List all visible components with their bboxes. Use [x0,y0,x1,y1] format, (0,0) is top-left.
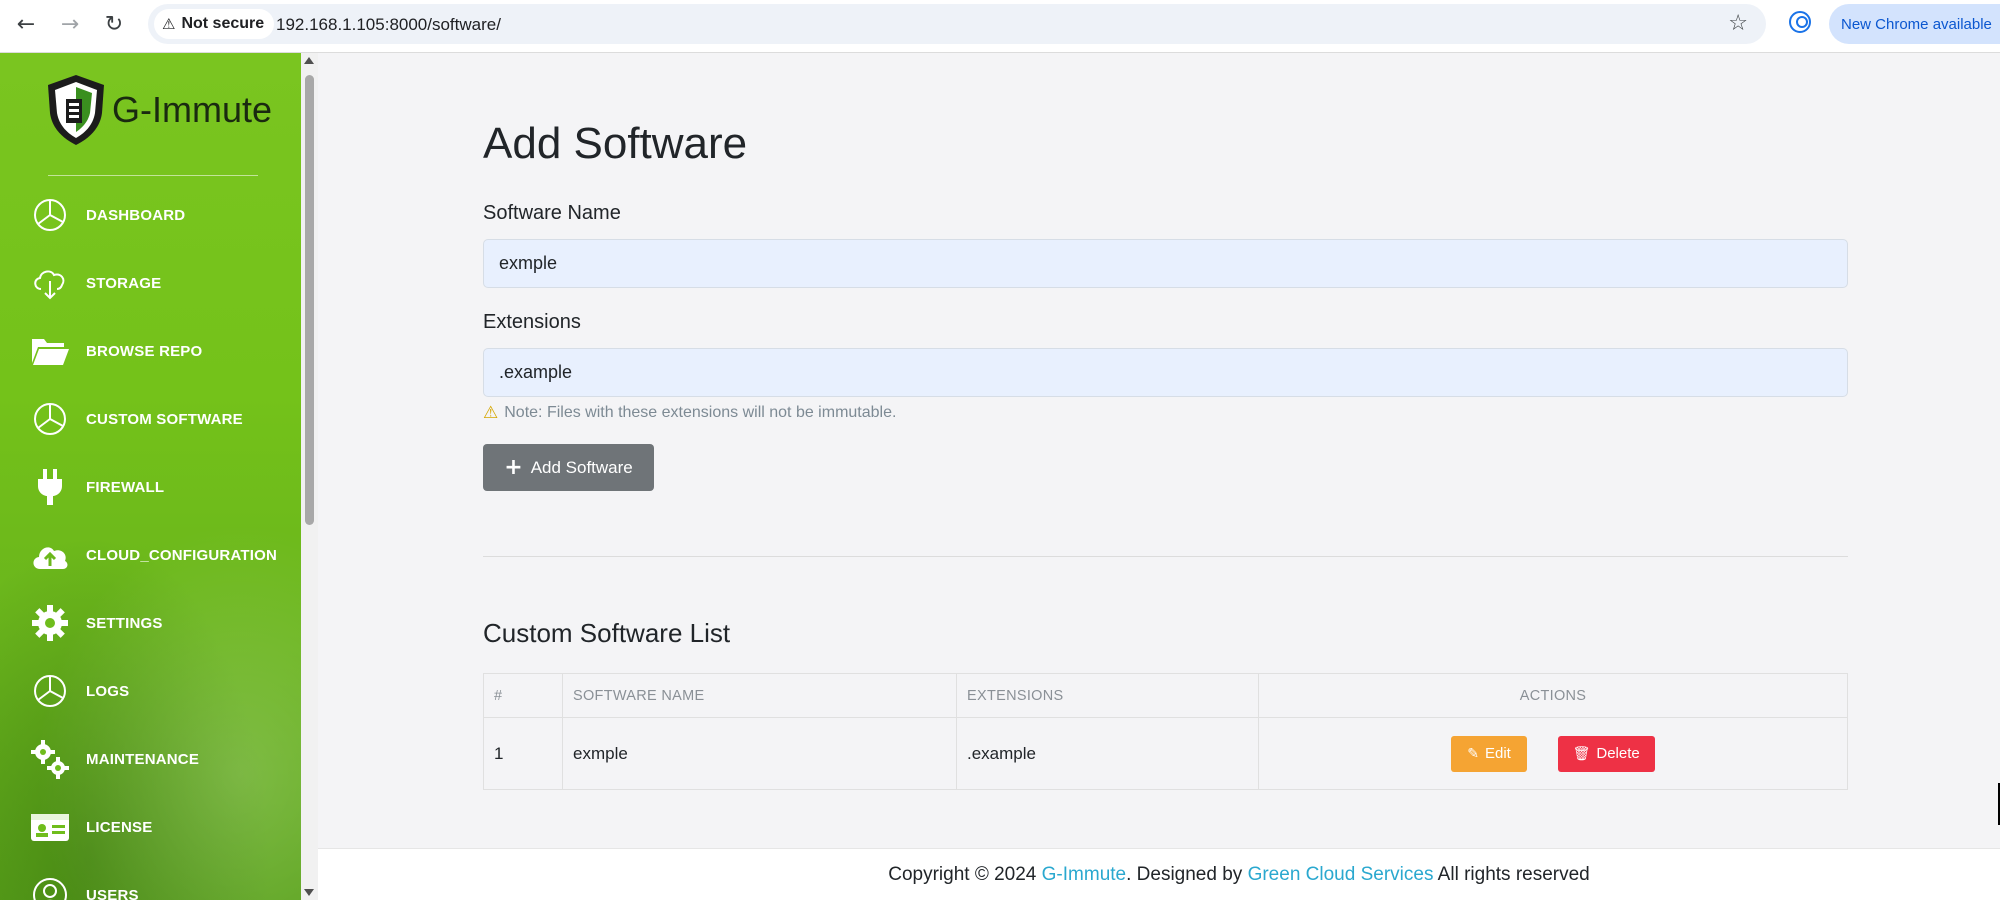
sidebar-item-logs[interactable]: LOGS [0,657,301,725]
plug-icon [30,467,70,507]
sidebar-item-label: BROWSE REPO [86,342,203,360]
sidebar-item-license[interactable]: LICENSE [0,793,301,861]
sidebar-item-label: SETTINGS [86,614,163,632]
address-bar[interactable]: ⚠ Not secure 192.168.1.105:8000/software… [148,4,1766,44]
sidebar-item-browse-repo[interactable]: BROWSE REPO [0,317,301,385]
shield-logo-icon [44,73,108,147]
pie-chart-icon [30,399,70,439]
row-software-name: exmple [562,717,957,790]
page-title: Add Software [483,119,748,168]
scroll-thumb[interactable] [305,75,314,525]
back-icon[interactable]: ← [12,10,40,38]
footer: Copyright © 2024 G-Immute . Designed by … [318,848,2000,900]
warning-icon: ⚠ [483,403,499,423]
delete-button[interactable]: 🗑 Delete [1557,735,1655,772]
software-name-input[interactable] [483,239,1848,288]
column-header-actions: ACTIONS [1258,673,1848,718]
browser-toolbar: ← → ↻ ⚠ Not secure 192.168.1.105:8000/so… [0,0,2000,53]
cloud-download-icon [30,263,70,303]
software-table: # SOFTWARE NAME EXTENSIONS ACTIONS 1 exm… [483,673,1848,790]
column-header-index: # [483,673,563,718]
sidebar-item-label: MAINTENANCE [86,750,200,768]
gears-icon [30,739,70,779]
add-software-button[interactable]: + Add Software [483,444,654,491]
edit-label: Edit [1485,745,1511,762]
logo-text: G-Immute [112,89,273,130]
cloud-upload-icon [30,535,70,575]
scroll-down-arrow-icon[interactable] [304,889,314,896]
row-actions: ✎ Edit 🗑 Delete [1258,717,1848,790]
sidebar-item-label: CUSTOM SOFTWARE [86,410,243,428]
logo[interactable]: G-Immute [44,73,272,147]
update-chrome-button[interactable]: New Chrome available [1829,4,2000,44]
pie-chart-icon [30,195,70,235]
footer-suffix: All rights reserved [1433,863,1590,885]
sidebar: G-Immute DASHBOARD STORAGE BROWSE REPO C… [0,53,301,900]
trash-icon: 🗑 [1572,745,1591,762]
plus-icon: + [504,454,523,480]
id-card-icon [30,807,70,847]
footer-middle: . Designed by [1126,863,1248,885]
sidebar-item-label: FIREWALL [86,478,165,496]
software-name-label: Software Name [483,202,621,224]
footer-company-link[interactable]: Green Cloud Services [1248,864,1434,886]
sidebar-item-label: STORAGE [86,274,162,292]
extensions-label: Extensions [483,311,581,333]
sidebar-item-maintenance[interactable]: MAINTENANCE [0,725,301,793]
extensions-note: ⚠ Note: Files with these extensions will… [483,403,896,423]
column-header-name: SOFTWARE NAME [562,673,957,718]
reload-icon[interactable]: ↻ [100,10,128,38]
table-header-row: # SOFTWARE NAME EXTENSIONS ACTIONS [483,673,1848,718]
edit-button[interactable]: ✎ Edit [1451,735,1527,772]
scroll-up-arrow-icon[interactable] [304,57,314,64]
sidebar-item-custom-software[interactable]: CUSTOM SOFTWARE [0,385,301,453]
security-label: Not secure [181,15,265,32]
sidebar-item-firewall[interactable]: FIREWALL [0,453,301,521]
profile-icon[interactable] [1789,11,1811,33]
table-row: 1 exmple .example ✎ Edit 🗑 Delete [483,717,1848,790]
sidebar-item-label: DASHBOARD [86,206,186,224]
sidebar-item-settings[interactable]: SETTINGS [0,589,301,657]
list-title: Custom Software List [483,618,731,648]
url-text[interactable]: 192.168.1.105:8000/software/ [276,15,501,35]
sidebar-divider [48,175,258,176]
edit-icon: ✎ [1467,745,1479,762]
sidebar-item-label: CLOUD_CONFIGURATION [86,546,278,564]
add-software-label: Add Software [530,457,633,477]
sidebar-item-cloud-configuration[interactable]: CLOUD_CONFIGURATION [0,521,301,589]
section-divider [483,556,1848,557]
sidebar-item-label: USERS [86,886,139,900]
pie-chart-icon [30,671,70,711]
footer-prefix: Copyright © 2024 [888,863,1042,885]
sidebar-item-dashboard[interactable]: DASHBOARD [0,181,301,249]
note-text: Note: Files with these extensions will n… [504,404,897,421]
folder-open-icon [30,331,70,371]
sidebar-menu: DASHBOARD STORAGE BROWSE REPO CUSTOM SOF… [0,181,301,900]
gear-icon [30,603,70,643]
sidebar-scrollbar[interactable] [301,53,318,900]
column-header-extensions: EXTENSIONS [956,673,1259,718]
footer-brand-link[interactable]: G-Immute [1042,864,1126,886]
forward-icon[interactable]: → [56,10,84,38]
row-index: 1 [483,717,563,790]
extensions-input[interactable] [483,348,1848,397]
star-icon[interactable]: ☆ [1728,11,1748,36]
sidebar-item-label: LICENSE [86,818,153,836]
sidebar-item-storage[interactable]: STORAGE [0,249,301,317]
sidebar-item-label: LOGS [86,682,130,700]
main-content: Add Software Software Name Extensions ⚠ … [318,53,2000,900]
sidebar-item-users[interactable]: USERS [0,861,301,900]
delete-label: Delete [1596,745,1640,762]
row-extensions: .example [956,717,1259,790]
security-indicator[interactable]: ⚠ Not secure [154,9,275,39]
warning-icon: ⚠ [162,15,176,33]
user-icon [30,875,70,900]
